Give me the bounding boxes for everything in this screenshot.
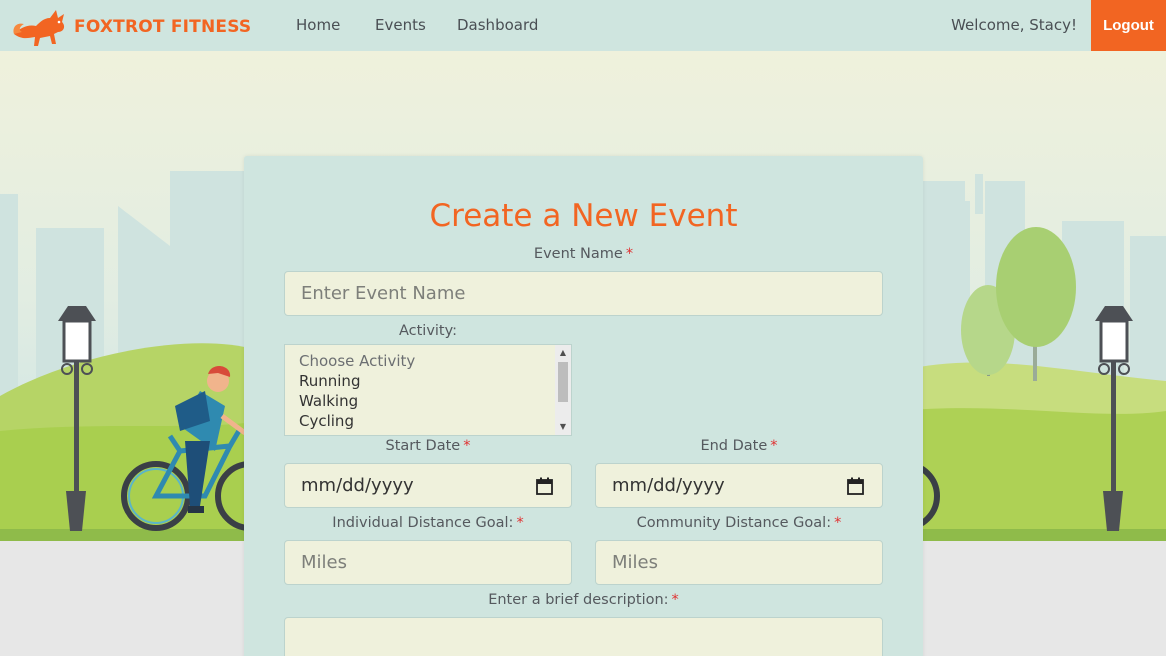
nav-dashboard[interactable]: Dashboard <box>457 16 538 34</box>
calendar-icon[interactable] <box>847 477 864 495</box>
logout-button[interactable]: Logout <box>1091 0 1166 51</box>
brand-name: FOXTROT FITNESS <box>74 16 252 37</box>
brand-logo[interactable]: FOXTROT FITNESS <box>10 4 251 49</box>
calendar-icon[interactable] <box>536 477 553 495</box>
welcome-message: Welcome, Stacy! <box>951 16 1077 34</box>
end-date-input[interactable]: mm/dd/yyyy <box>595 463 883 508</box>
description-label: Enter a brief description: * <box>488 592 679 608</box>
fox-logo-icon <box>13 10 65 46</box>
start-date-input[interactable]: mm/dd/yyyy <box>284 463 572 508</box>
page-title: Create a New Event <box>429 198 738 234</box>
start-date-label: Start Date * <box>385 438 471 454</box>
activity-label: Activity: <box>398 323 458 339</box>
navbar: FOXTROT FITNESS Home Events Dashboard We… <box>0 0 1166 51</box>
scroll-thumb[interactable] <box>558 362 568 402</box>
individual-goal-input[interactable]: Miles <box>284 540 572 585</box>
activity-scrollbar[interactable]: ▲ ▼ <box>555 345 571 435</box>
activity-option[interactable]: Cycling <box>299 412 354 430</box>
activity-option[interactable]: Walking <box>299 392 358 410</box>
activity-option[interactable]: Choose Activity <box>299 352 415 370</box>
nav-events[interactable]: Events <box>375 16 426 34</box>
create-event-form: Create a New Event Event Name * Enter Eve… <box>244 156 923 656</box>
description-textarea[interactable] <box>284 617 883 656</box>
scroll-up-icon[interactable]: ▲ <box>555 345 571 361</box>
activity-option[interactable]: Running <box>299 372 360 390</box>
event-name-label: Event Name * <box>533 246 634 262</box>
scroll-down-icon[interactable]: ▼ <box>555 419 571 435</box>
event-name-input[interactable]: Enter Event Name <box>284 271 883 316</box>
individual-goal-label: Individual Distance Goal: * <box>332 515 524 531</box>
activity-select[interactable]: Choose Activity Running Walking Cycling … <box>284 344 572 436</box>
community-goal-input[interactable]: Miles <box>595 540 883 585</box>
community-goal-label: Community Distance Goal: * <box>636 515 842 531</box>
nav-home[interactable]: Home <box>296 16 340 34</box>
end-date-label: End Date * <box>700 438 778 454</box>
